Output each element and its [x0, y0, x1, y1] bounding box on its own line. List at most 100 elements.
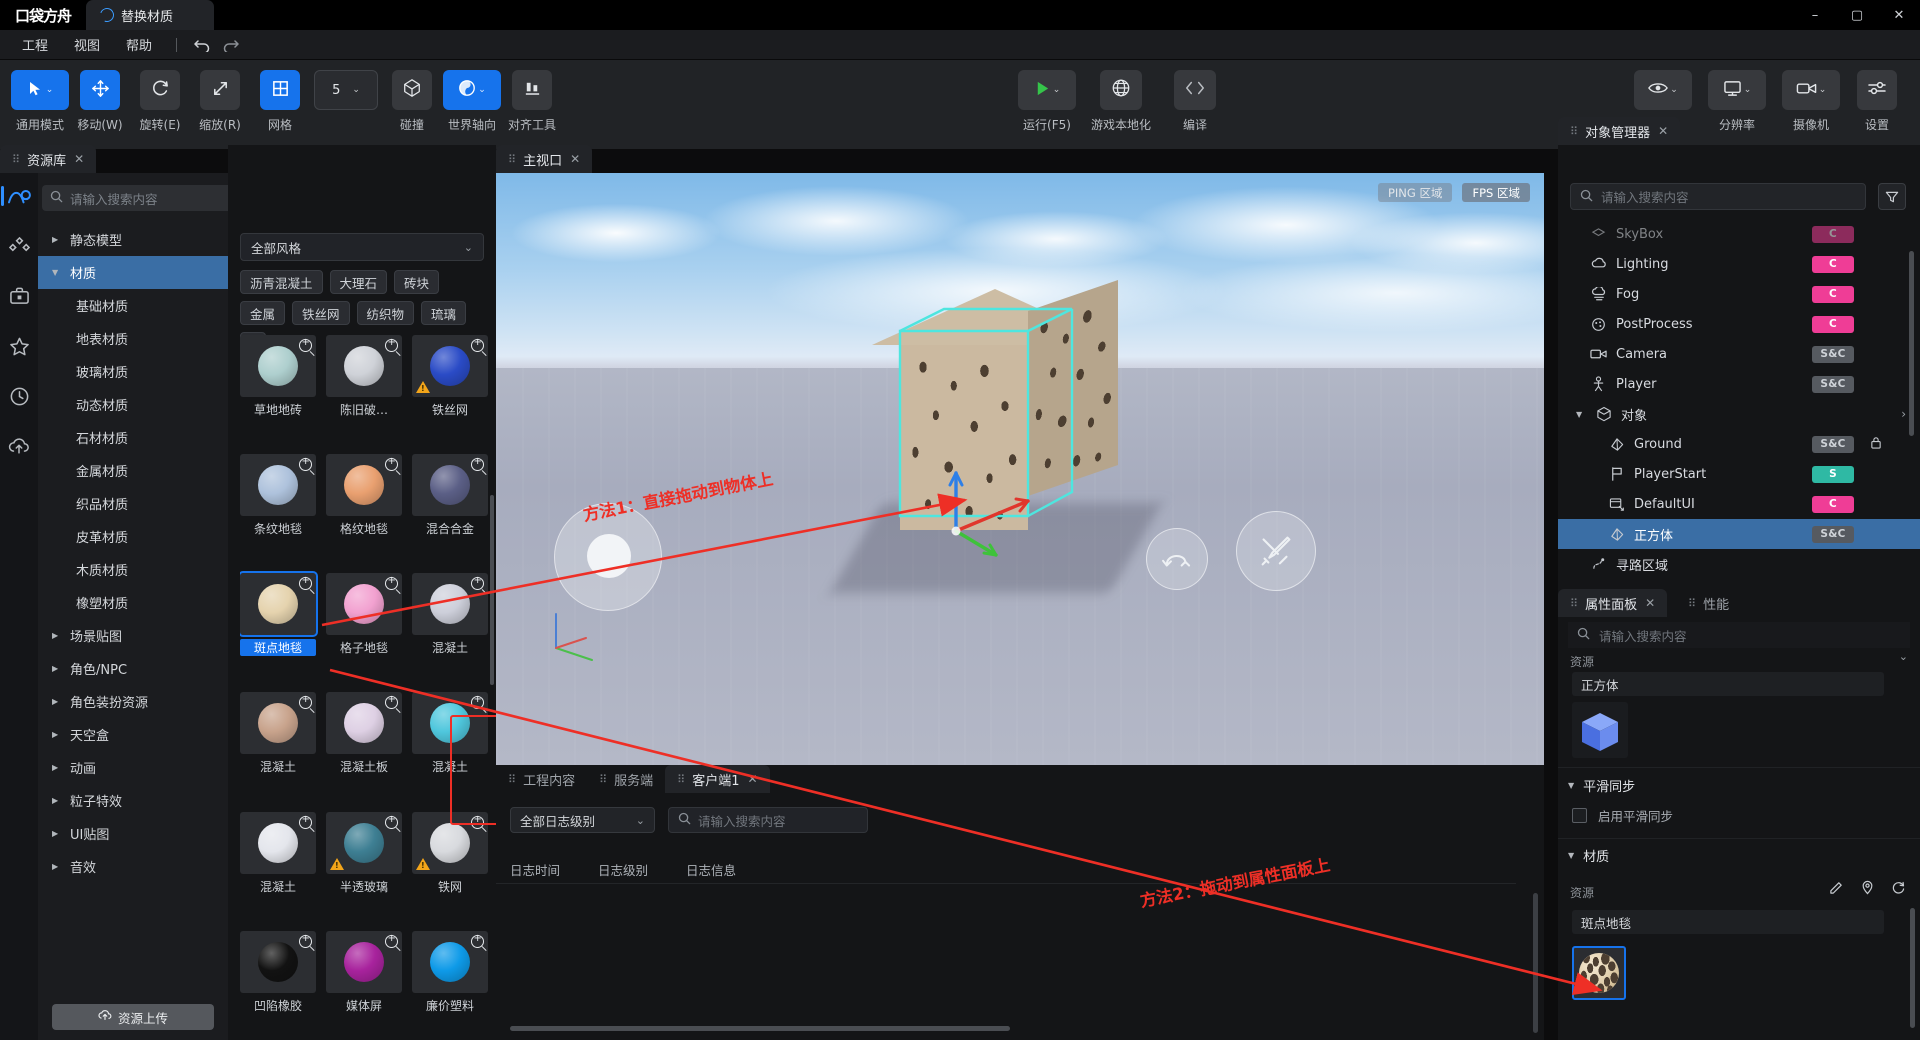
- tree-node-audio[interactable]: ▶ 音效: [38, 850, 228, 883]
- material-thumbnail[interactable]: [326, 454, 402, 517]
- object-row--[interactable]: 寻路区域: [1558, 549, 1920, 579]
- tree-node-basic-material[interactable]: 基础材质: [38, 289, 228, 322]
- zoom-preview-icon[interactable]: [471, 813, 484, 829]
- material-cell[interactable]: 陈旧破…: [326, 335, 402, 444]
- tree-node-static-model[interactable]: ▶ 静态模型: [38, 223, 228, 256]
- material-name-field[interactable]: 斑点地毯: [1572, 910, 1884, 934]
- locate-icon[interactable]: [1860, 880, 1875, 899]
- zoom-preview-icon[interactable]: [299, 693, 312, 710]
- object-status-chip[interactable]: S&C: [1812, 375, 1854, 393]
- material-cell[interactable]: 凹陷橡胶: [240, 930, 316, 1040]
- object-row-camera[interactable]: Camera S&C: [1558, 339, 1920, 369]
- tree-node-fabric-material[interactable]: 织品材质: [38, 487, 228, 520]
- zoom-preview-icon[interactable]: [385, 693, 398, 710]
- drag-handle-icon[interactable]: ⠿: [1570, 126, 1578, 137]
- tool-compile[interactable]: 编译: [1158, 60, 1232, 133]
- object-row-defaultui[interactable]: DefaultUI C: [1558, 489, 1920, 519]
- properties-scrollbar[interactable]: [1910, 908, 1915, 1028]
- asset-library-tab[interactable]: ⠿ 资源库 ✕: [0, 145, 97, 173]
- zoom-preview-icon[interactable]: [299, 336, 312, 352]
- tool-move[interactable]: 移动(W): [70, 60, 130, 133]
- tree-node-glass-material[interactable]: 玻璃材质: [38, 355, 228, 388]
- drag-handle-icon[interactable]: ⠿: [599, 774, 607, 785]
- material-cell[interactable]: 廉价塑料: [412, 930, 488, 1040]
- material-cell[interactable]: 混凝土: [240, 692, 316, 801]
- material-thumbnail[interactable]: [240, 571, 318, 638]
- tag-chip[interactable]: 大理石: [329, 270, 388, 294]
- log-search-input[interactable]: 请输入搜索内容: [668, 807, 868, 833]
- object-row--[interactable]: 正方体 S&C: [1558, 519, 1920, 549]
- material-cell[interactable]: 格纹地毯: [326, 454, 402, 563]
- object-search-input[interactable]: 请输入搜索内容: [1570, 183, 1866, 210]
- tree-node-character-outfit[interactable]: ▶ 角色装扮资源: [38, 685, 228, 718]
- console-tab-project-content[interactable]: ⠿ 工程内容: [496, 765, 587, 793]
- tree-node-character-npc[interactable]: ▶ 角色/NPC: [38, 652, 228, 685]
- object-status-chip[interactable]: S&C: [1812, 525, 1854, 543]
- zoom-preview-icon[interactable]: [385, 336, 398, 352]
- maximize-button[interactable]: ▢: [1836, 0, 1878, 30]
- tree-node-ui-texture[interactable]: ▶ UI贴图: [38, 817, 228, 850]
- object-row-ground[interactable]: Ground S&C: [1558, 429, 1920, 459]
- object-list-scrollbar[interactable]: [1909, 251, 1914, 436]
- material-cell[interactable]: 半透玻璃: [326, 811, 402, 921]
- object-row-playerstart[interactable]: PlayerStart S: [1558, 459, 1920, 489]
- close-icon[interactable]: ✕: [1645, 596, 1655, 610]
- zoom-preview-icon[interactable]: [385, 813, 398, 829]
- material-thumbnail[interactable]: [326, 335, 402, 397]
- ping-area-badge[interactable]: PING 区域: [1377, 183, 1453, 202]
- material-cell[interactable]: 斑点地毯: [240, 571, 318, 682]
- property-search-input[interactable]: 请输入搜索内容: [1568, 622, 1910, 648]
- chevron-down-icon[interactable]: ▼: [1576, 410, 1586, 419]
- drag-handle-icon[interactable]: ⠿: [508, 154, 516, 165]
- enable-smooth-sync-row[interactable]: 启用平滑同步: [1572, 806, 1673, 825]
- close-icon[interactable]: ✕: [748, 772, 758, 786]
- tree-node-terrain-material[interactable]: 地表材质: [38, 322, 228, 355]
- material-thumbnail[interactable]: [412, 454, 488, 517]
- material-thumbnail[interactable]: [326, 692, 402, 755]
- log-level-select[interactable]: 全部日志级别 ⌄: [510, 807, 655, 833]
- undo-icon[interactable]: [189, 34, 215, 56]
- console-tab-client1[interactable]: ⠿ 客户端1 ✕: [665, 765, 770, 793]
- project-tab[interactable]: 替换材质: [86, 0, 214, 30]
- material-cell[interactable]: 混凝土: [240, 811, 316, 921]
- tree-node-skybox[interactable]: ▶ 天空盒: [38, 718, 228, 751]
- object-status-chip[interactable]: S: [1812, 465, 1854, 483]
- drag-handle-icon[interactable]: ⠿: [1570, 598, 1578, 609]
- tag-chip[interactable]: 琉璃: [421, 301, 467, 325]
- upload-asset-button[interactable]: 资源上传: [52, 1004, 214, 1030]
- drag-handle-icon[interactable]: ⠿: [508, 774, 516, 785]
- close-icon[interactable]: ✕: [1658, 124, 1668, 138]
- material-thumbnail[interactable]: [412, 930, 488, 993]
- material-cell[interactable]: 混合合金: [412, 454, 488, 563]
- tree-node-material[interactable]: ▼ 材质: [38, 256, 228, 289]
- drag-handle-icon[interactable]: ⠿: [677, 774, 685, 785]
- minimize-button[interactable]: –: [1794, 0, 1836, 30]
- tag-chip[interactable]: 沥青混凝土: [240, 270, 323, 294]
- zoom-preview-icon[interactable]: [471, 574, 484, 591]
- lock-icon[interactable]: [1870, 436, 1882, 452]
- style-filter-select[interactable]: 全部风格 ⌄: [240, 233, 484, 261]
- transform-gizmo[interactable]: [926, 423, 1056, 563]
- tool-resolution[interactable]: ⌄ 分辨率: [1700, 60, 1774, 133]
- object-row-fog[interactable]: Fog C: [1558, 279, 1920, 309]
- material-thumbnail[interactable]: [240, 692, 316, 755]
- object-manager-tab[interactable]: ⠿ 对象管理器 ✕: [1558, 117, 1681, 145]
- object-name-field[interactable]: 正方体: [1572, 672, 1884, 696]
- zoom-preview-icon[interactable]: [471, 693, 484, 710]
- tree-node-particle[interactable]: ▶ 粒子特效: [38, 784, 228, 817]
- tool-align[interactable]: 对齐工具: [502, 60, 562, 133]
- tool-rotate[interactable]: 旋转(E): [130, 60, 190, 133]
- tag-chip[interactable]: 金属: [240, 301, 286, 325]
- tree-node-animation[interactable]: ▶ 动画: [38, 751, 228, 784]
- material-cell[interactable]: 条纹地毯: [240, 454, 316, 563]
- zoom-preview-icon[interactable]: [471, 932, 484, 948]
- tree-node-stone-material[interactable]: 石材材质: [38, 421, 228, 454]
- tree-node-wood-material[interactable]: 木质材质: [38, 553, 228, 586]
- material-cell[interactable]: 混凝土板: [326, 692, 402, 801]
- material-thumbnail[interactable]: [326, 573, 402, 636]
- fps-area-badge[interactable]: FPS 区域: [1462, 183, 1530, 202]
- tag-chip[interactable]: 铁丝网: [292, 301, 350, 325]
- material-thumbnail[interactable]: [326, 930, 402, 993]
- zoom-preview-icon[interactable]: [299, 574, 312, 591]
- object-status-chip[interactable]: C: [1812, 255, 1854, 273]
